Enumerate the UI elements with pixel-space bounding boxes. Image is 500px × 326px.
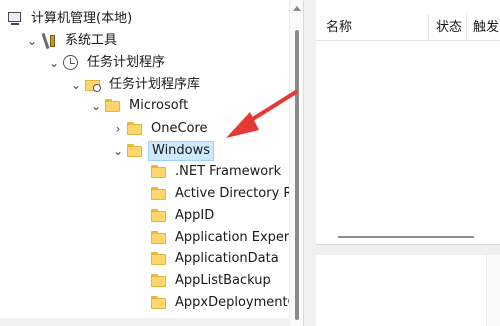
pane-splitter[interactable] — [303, 0, 317, 326]
tree-node-active-directory[interactable]: Active Directory Ri — [150, 183, 299, 205]
tree-node-applicationdata[interactable]: ApplicationData — [150, 248, 282, 270]
tree-node-label: .NET Framework — [175, 163, 282, 179]
computer-icon — [6, 11, 24, 27]
tree-node-onecore[interactable]: › OneCore — [110, 118, 211, 140]
tree-node-appid[interactable]: AppID — [150, 205, 217, 227]
column-divider[interactable] — [428, 14, 429, 40]
tree-node-application-experience[interactable]: Application Experi — [150, 227, 296, 249]
column-header-status[interactable]: 状态 — [436, 20, 462, 36]
scrollbar-thumb[interactable] — [295, 30, 299, 320]
tree-node-dotnet-framework[interactable]: .NET Framework — [150, 161, 284, 183]
column-header-name[interactable]: 名称 — [326, 20, 352, 36]
tree-node-appxdeployment[interactable]: AppxDeploymentC — [150, 292, 300, 314]
clock-icon — [62, 55, 80, 71]
tree-node-label: OneCore — [151, 121, 208, 136]
tree-node-task-scheduler-library[interactable]: ⌄ 任务计划程序库 — [68, 74, 203, 96]
tree-node-label: 任务计划程序 — [87, 55, 166, 70]
task-details-area — [316, 255, 500, 326]
details-vertical-scrollbar[interactable] — [486, 255, 500, 326]
column-divider[interactable] — [466, 14, 467, 40]
task-list-pane: 名称 状态 触发 — [316, 0, 500, 326]
tree-bottom-edge — [0, 318, 289, 326]
tree-node-label: Microsoft — [129, 98, 189, 113]
task-library-icon — [84, 77, 102, 93]
tree-node-label: ApplicationData — [175, 250, 279, 266]
navigation-tree-pane: 计算机管理(本地) ⌄ 系统工具 ⌄ 任务计划程序 ⌄ 任务计划程序库 ⌄ Micros… — [0, 0, 303, 326]
folder-icon — [150, 164, 168, 180]
tree-node-label: AppID — [175, 207, 215, 223]
column-header-trigger[interactable]: 触发 — [473, 20, 499, 36]
tree-node-task-scheduler[interactable]: ⌄ 任务计划程序 — [46, 52, 168, 74]
tree-node-label: 任务计划程序库 — [109, 77, 201, 92]
folder-icon — [150, 230, 168, 246]
tree-node-windows[interactable]: ⌄ Windows — [110, 140, 215, 162]
folder-icon — [150, 186, 168, 202]
chevron-down-icon[interactable]: ⌄ — [46, 52, 62, 74]
tools-icon — [40, 33, 58, 49]
tree-vertical-scrollbar[interactable] — [289, 0, 303, 326]
horizontal-scrollbar[interactable] — [338, 236, 474, 238]
folder-icon — [126, 121, 144, 137]
tree-node-microsoft[interactable]: ⌄ Microsoft — [88, 95, 191, 117]
folder-icon — [150, 273, 168, 289]
scroll-up-arrow-icon[interactable] — [293, 6, 301, 11]
folder-icon — [150, 208, 168, 224]
tree-node-label: 计算机管理(本地) — [31, 10, 133, 26]
tree-node-label: Active Directory Ri — [175, 185, 297, 201]
chevron-down-icon[interactable]: ⌄ — [24, 30, 40, 52]
tree-node-label: Application Experi — [175, 229, 293, 245]
chevron-right-icon[interactable]: › — [110, 118, 126, 140]
folder-icon — [150, 295, 168, 311]
tree-node-label: 系统工具 — [65, 33, 118, 48]
column-header-bar: 名称 状态 触发 — [316, 0, 500, 41]
tree-node-system-tools[interactable]: ⌄ 系统工具 — [24, 30, 120, 52]
tree-node-label: AppxDeploymentC — [175, 294, 297, 310]
chevron-down-icon[interactable]: ⌄ — [110, 140, 126, 162]
tree-node-computer-management[interactable]: 计算机管理(本地) — [6, 8, 135, 30]
folder-icon — [126, 143, 144, 159]
folder-icon — [150, 251, 168, 267]
chevron-down-icon[interactable]: ⌄ — [88, 95, 104, 117]
chevron-down-icon[interactable]: ⌄ — [68, 74, 84, 96]
tree-node-label: Windows — [148, 141, 215, 161]
tree-node-label: AppListBackup — [175, 272, 271, 288]
folder-icon — [104, 98, 122, 114]
task-list[interactable] — [316, 41, 500, 239]
tree-node-applistbackup[interactable]: AppListBackup — [150, 270, 274, 292]
